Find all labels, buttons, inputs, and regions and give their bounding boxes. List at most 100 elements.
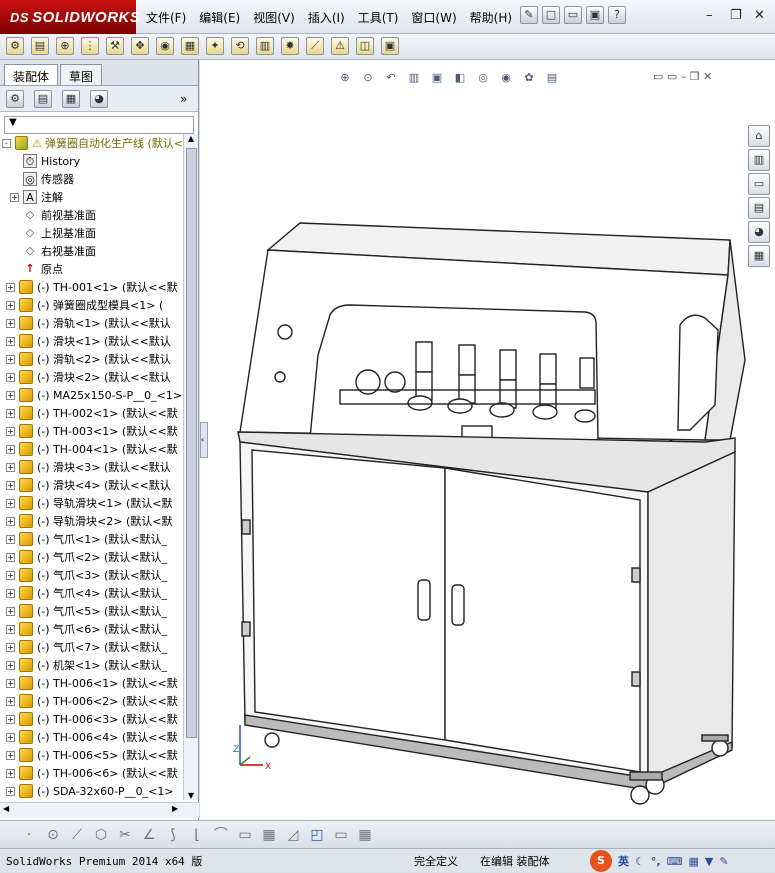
expand-toggle-icon[interactable]: + [6, 408, 15, 418]
interference-detection-icon[interactable]: ⚠ [331, 37, 349, 55]
angle-icon[interactable]: ∠ [140, 826, 158, 844]
tree-item[interactable]: + (-) 滑块<4> (默认<<默认 [0, 476, 183, 494]
exploded-view-icon[interactable]: ✸ [281, 37, 299, 55]
expand-toggle-icon[interactable]: + [6, 516, 15, 526]
expand-panel-icon[interactable]: » [180, 92, 187, 106]
tree-item[interactable]: + (-) 滑块<2> (默认<<默认 [0, 368, 183, 386]
smart-fasteners-icon[interactable]: ⚒ [106, 37, 124, 55]
scroll-left-icon[interactable]: ◀ [3, 804, 9, 813]
expand-toggle-icon[interactable]: + [6, 426, 15, 436]
tab-assembly[interactable]: 装配体 [4, 64, 59, 85]
pin-icon[interactable]: ✎ [520, 6, 538, 24]
tree-item[interactable]: + (-) 气爪<6> (默认<默认_ [0, 620, 183, 638]
point-icon[interactable]: · [20, 826, 38, 844]
open-folder-icon[interactable]: ▭ [564, 6, 582, 24]
expand-toggle-icon[interactable]: + [6, 732, 15, 742]
menu-window[interactable]: 窗口(W) [411, 9, 456, 26]
chamfer-icon[interactable]: ⌊ [188, 826, 206, 844]
tree-item[interactable]: + (-) 滑轨<1> (默认<<默认 [0, 314, 183, 332]
tree-item[interactable]: + (-) 导轨滑块<1> (默认<默 [0, 494, 183, 512]
tree-item[interactable]: + (-) 气爪<4> (默认<默认_ [0, 584, 183, 602]
tree-item[interactable]: ◎ 传感器 [0, 170, 183, 188]
expand-toggle-icon[interactable]: + [6, 678, 15, 688]
tree-root-assembly[interactable]: - ⚠ 弹簧圈自动化生产线 (默认< [0, 134, 183, 152]
expand-toggle-icon[interactable]: - [2, 138, 11, 148]
assembly-features-icon[interactable]: ▦ [181, 37, 199, 55]
expand-toggle-icon[interactable]: + [6, 642, 15, 652]
split-view-icon[interactable]: ▭ [332, 826, 350, 844]
expand-toggle-icon[interactable]: + [6, 444, 15, 454]
scroll-up-icon[interactable]: ▲ [184, 134, 198, 143]
menu-insert[interactable]: 插入(I) [308, 9, 345, 26]
tree-item[interactable]: + (-) 导轨滑块<2> (默认<默 [0, 512, 183, 530]
offset-icon[interactable]: ⟆ [164, 826, 182, 844]
mate-icon[interactable]: ⊕ [56, 37, 74, 55]
new-document-icon[interactable]: □ [542, 6, 560, 24]
expand-toggle-icon[interactable]: + [6, 390, 15, 400]
solidworks-logo[interactable]: DS SOLIDWORKS [0, 0, 140, 34]
tree-item[interactable]: ↑ 原点 [0, 260, 183, 278]
featuremanager-icon[interactable]: ⚙ [6, 90, 24, 108]
menu-help[interactable]: 帮助(H) [470, 9, 512, 26]
tree-item[interactable]: + (-) TH-006<4> (默认<<默 [0, 728, 183, 746]
grid-icon[interactable]: ▦ [260, 826, 278, 844]
expand-toggle-icon[interactable]: + [6, 660, 15, 670]
tree-item[interactable]: + (-) TH-006<5> (默认<<默 [0, 746, 183, 764]
fillet-icon[interactable]: ⌒ [212, 826, 230, 844]
tab-sketch[interactable]: 草图 [60, 64, 103, 85]
insert-component-icon[interactable]: ⚙ [6, 37, 24, 55]
menu-edit[interactable]: 编辑(E) [199, 9, 240, 26]
punctuation-icon[interactable]: °, [651, 855, 661, 868]
settings-icon[interactable]: ✎ [719, 855, 728, 868]
tree-item[interactable]: + (-) 气爪<7> (默认<默认_ [0, 638, 183, 656]
new-part-icon[interactable]: ▤ [31, 37, 49, 55]
tree-item[interactable]: + (-) SDA-32x60-P__0_<1> [0, 782, 183, 800]
tree-item[interactable]: ◇ 右视基准面 [0, 242, 183, 260]
configurationmanager-icon[interactable]: ▦ [62, 90, 80, 108]
tree-vertical-scrollbar[interactable]: ▲ ▼ [183, 134, 198, 800]
expand-toggle-icon[interactable]: + [6, 282, 15, 292]
help-icon[interactable]: ? [608, 6, 626, 24]
tree-item[interactable]: ◇ 上视基准面 [0, 224, 183, 242]
tree-item[interactable]: ◇ 前视基准面 [0, 206, 183, 224]
expand-toggle-icon[interactable]: + [6, 768, 15, 778]
move-component-icon[interactable]: ✥ [131, 37, 149, 55]
clearance-verification-icon[interactable]: ◫ [356, 37, 374, 55]
filter-field[interactable]: ▼ [4, 116, 194, 134]
expand-toggle-icon[interactable]: + [6, 552, 15, 562]
save-icon[interactable]: ▣ [586, 6, 604, 24]
expand-toggle-icon[interactable]: + [6, 606, 15, 616]
tree-item[interactable]: + (-) MA25x150-S-P__0_<1> [0, 386, 183, 404]
reference-geometry-icon[interactable]: ✦ [206, 37, 224, 55]
tree-item[interactable]: + (-) 机架<1> (默认<默认_ [0, 656, 183, 674]
tree-item[interactable]: + (-) 滑块<3> (默认<<默认 [0, 458, 183, 476]
explode-line-sketch-icon[interactable]: ⟋ [306, 37, 324, 55]
ime-toolbar[interactable]: S 英 ☾ °, ⌨ ▦ ▼ ✎ [590, 849, 735, 873]
scroll-right-icon[interactable]: ▶ [172, 804, 178, 813]
restore-button[interactable]: ❐ [730, 8, 742, 23]
expand-toggle-icon[interactable]: + [6, 336, 15, 346]
appearance-icon[interactable]: ◕ [90, 90, 108, 108]
expand-toggle-icon[interactable]: + [6, 354, 15, 364]
view-plane-icon[interactable]: ◿ [284, 826, 302, 844]
expand-toggle-icon[interactable]: + [6, 570, 15, 580]
polygon-icon[interactable]: ⬡ [92, 826, 110, 844]
expand-toggle-icon[interactable]: + [6, 480, 15, 490]
tree-item[interactable]: + (-) 弹簧圈成型模具<1> ( [0, 296, 183, 314]
four-view-icon[interactable]: ▦ [356, 826, 374, 844]
new-motion-study-icon[interactable]: ⟲ [231, 37, 249, 55]
expand-toggle-icon[interactable]: + [6, 372, 15, 382]
menu-view[interactable]: 视图(V) [253, 9, 295, 26]
toolbox-icon[interactable]: ▦ [688, 855, 698, 868]
tree-item[interactable]: + (-) TH-006<2> (默认<<默 [0, 692, 183, 710]
tree-item[interactable]: + (-) TH-003<1> (默认<<默 [0, 422, 183, 440]
keyboard-icon[interactable]: ⌨ [667, 855, 683, 868]
menu-tools[interactable]: 工具(T) [358, 9, 399, 26]
tree-item[interactable]: + (-) TH-006<3> (默认<<默 [0, 710, 183, 728]
graphics-viewport[interactable]: ⊕ ⊙ ↶ ▥ ▣ ◧ ◎ ◉ ✿ ▤ ▭ ▭ – ❐ ✕ ⌂ ▥ ▭ ▤ ◕ … [200, 60, 775, 820]
ime-language[interactable]: 英 [618, 853, 629, 869]
minimize-button[interactable]: – [706, 8, 713, 23]
scroll-down-icon[interactable]: ▼ [184, 791, 198, 800]
tree-item[interactable]: + (-) TH-006<1> (默认<<默 [0, 674, 183, 692]
collapse-panel-handle[interactable]: ‹ [200, 422, 208, 458]
